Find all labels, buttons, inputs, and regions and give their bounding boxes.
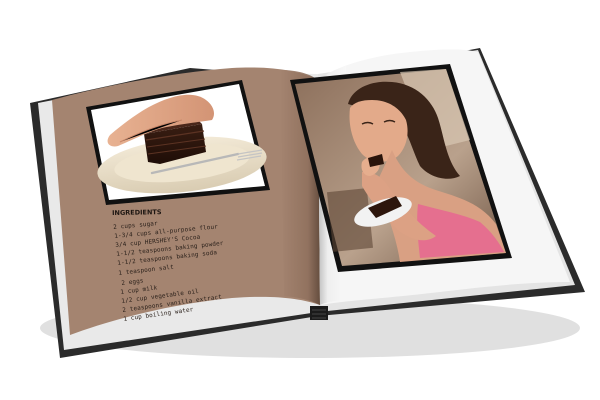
photo-book-scene [30,48,585,358]
bookmark-ribbon [310,306,328,320]
